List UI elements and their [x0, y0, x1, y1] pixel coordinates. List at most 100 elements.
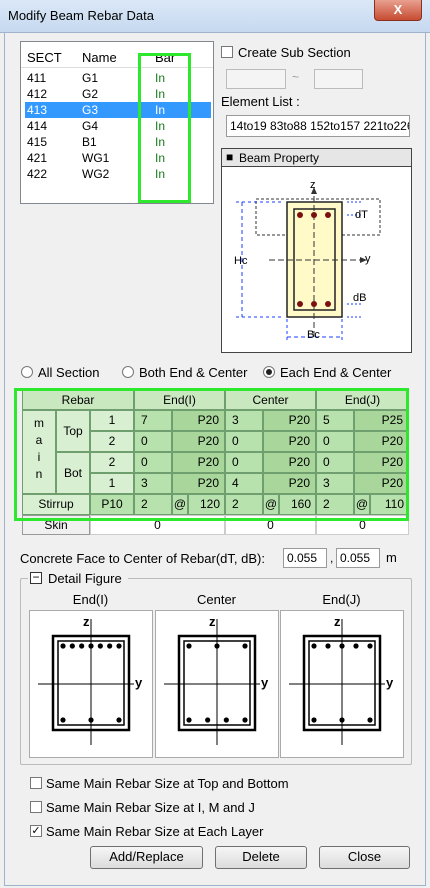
top-rebar-dot: [214, 643, 220, 649]
element-list-value: 14to19 83to88 152to157 221to226: [230, 119, 410, 133]
top-rebar-dot: [116, 643, 122, 649]
db-input[interactable]: 0.055: [336, 548, 380, 568]
bottom-rebar-dot: [88, 717, 94, 723]
bottom-rebar-dot: [186, 717, 192, 723]
top-rebar-dot: [107, 643, 113, 649]
radio-all-section-label: All Section: [38, 365, 100, 380]
radio-both-end-center[interactable]: [122, 366, 134, 378]
detail-z-label: z: [209, 614, 216, 629]
title-bar: Modify Beam Rebar Data X: [0, 0, 430, 33]
detail-panel-title: Center: [196, 592, 237, 607]
detail-z-label: z: [334, 614, 341, 629]
beam-property-panel: ■ Beam Property z y Hc Bc dT dB: [221, 148, 412, 353]
detail-section-drawing: [289, 619, 385, 745]
radio-each-end-center[interactable]: [263, 366, 275, 378]
option-label: Same Main Rebar Size at I, M and J: [46, 800, 255, 815]
detail-z-label: z: [83, 614, 90, 629]
option-checkbox[interactable]: ✓: [30, 825, 42, 837]
create-sub-section-checkbox[interactable]: [221, 46, 233, 58]
element-list-input[interactable]: 14to19 83to88 152to157 221to226: [226, 115, 410, 137]
top-rebar-dot: [79, 643, 85, 649]
top-rebar-dot: [88, 643, 94, 649]
row-sect: 415: [27, 135, 48, 149]
diagram-z-label: z: [310, 179, 316, 191]
detail-panel-title: End(I): [72, 592, 109, 607]
row-sect: 412: [27, 87, 48, 101]
delete-button[interactable]: Delete: [215, 846, 307, 869]
row-name: G1: [82, 71, 99, 85]
diagram-db-label: dB: [353, 292, 367, 304]
add-replace-button[interactable]: Add/Replace: [90, 846, 203, 869]
row-name: B1: [82, 135, 97, 149]
top-rebar-dot: [367, 643, 373, 649]
dt-value: 0.055: [287, 551, 318, 565]
top-rebar-dot: [325, 643, 331, 649]
beam-property-title: Beam Property: [239, 151, 320, 165]
beam-section-diagram: [236, 187, 381, 342]
create-sub-section-label: Create Sub Section: [238, 45, 351, 60]
dt-input[interactable]: 0.055: [283, 548, 327, 568]
bottom-rebar-dot: [339, 717, 345, 723]
row-name: G4: [82, 119, 99, 133]
collapse-detail-figure-button[interactable]: −: [30, 571, 42, 584]
detail-y-label: y: [261, 675, 269, 690]
row-name: G3: [82, 103, 99, 117]
detail-panel: zy: [29, 610, 153, 758]
beam-property-header: ■ Beam Property: [222, 149, 411, 167]
diagram-y-label: y: [365, 253, 371, 265]
bottom-rebar-dot: [242, 717, 248, 723]
row-name: WG2: [82, 167, 110, 181]
detail-panel: zy: [155, 610, 279, 758]
diagram-hc-label: Hc: [234, 255, 248, 267]
bottom-rebar-dot: [205, 717, 211, 723]
option-label: Same Main Rebar Size at Top and Bottom: [46, 776, 289, 791]
row-name: G2: [82, 87, 99, 101]
window-close-button[interactable]: X: [374, 0, 422, 21]
range-separator: ~: [292, 70, 300, 84]
top-rebar-dot: [69, 643, 75, 649]
dt-db-separator: ,: [330, 551, 334, 565]
top-rebar-dot: [186, 643, 192, 649]
detail-y-label: y: [386, 675, 394, 690]
top-rebar-dot: [339, 643, 345, 649]
bottom-rebar-dot: [223, 717, 229, 723]
close-button[interactable]: Close: [319, 846, 410, 869]
bottom-rebar-dot: [116, 717, 122, 723]
top-rebar-dot: [311, 643, 317, 649]
row-sect: 411: [27, 71, 47, 85]
radio-each-end-center-label: Each End & Center: [280, 365, 392, 380]
detail-section-drawing: [164, 619, 260, 745]
bar-column-highlight: [138, 53, 191, 203]
detail-panel-title: End(J): [322, 592, 361, 607]
detail-figure-title: Detail Figure: [48, 571, 122, 586]
diagram-dt-label: dT: [355, 209, 368, 221]
row-sect: 421: [27, 151, 48, 165]
radio-all-section[interactable]: [21, 366, 33, 378]
top-rebar-dot: [60, 643, 66, 649]
top-rebar-dot: [353, 643, 359, 649]
radio-both-end-center-label: Both End & Center: [139, 365, 248, 380]
row-name: WG1: [82, 151, 110, 165]
option-checkbox[interactable]: [30, 777, 42, 789]
concrete-face-label: Concrete Face to Center of Rebar(dT, dB)…: [20, 551, 265, 566]
option-checkbox[interactable]: [30, 801, 42, 813]
col-header-sect[interactable]: SECT: [27, 50, 62, 65]
row-sect: 413: [27, 103, 48, 117]
diagram-bc-label: Bc: [307, 329, 320, 341]
row-sect: 414: [27, 119, 48, 133]
top-rebar-dot: [97, 643, 103, 649]
detail-section-drawing: [38, 619, 134, 745]
db-value: 0.055: [340, 551, 371, 565]
bottom-rebar-dot: [60, 717, 66, 723]
bottom-rebar-dot: [311, 717, 317, 723]
row-sect: 422: [27, 167, 48, 181]
sub-section-to-input[interactable]: [314, 69, 363, 89]
col-header-name[interactable]: Name: [82, 50, 117, 65]
bottom-rebar-dot: [367, 717, 373, 723]
rebar-table-highlight: [14, 388, 409, 521]
detail-y-label: y: [135, 675, 143, 690]
element-list-label: Element List :: [221, 94, 300, 109]
top-rebar-dot: [242, 643, 248, 649]
option-label: Same Main Rebar Size at Each Layer: [46, 824, 264, 839]
sub-section-from-input[interactable]: [226, 69, 286, 89]
